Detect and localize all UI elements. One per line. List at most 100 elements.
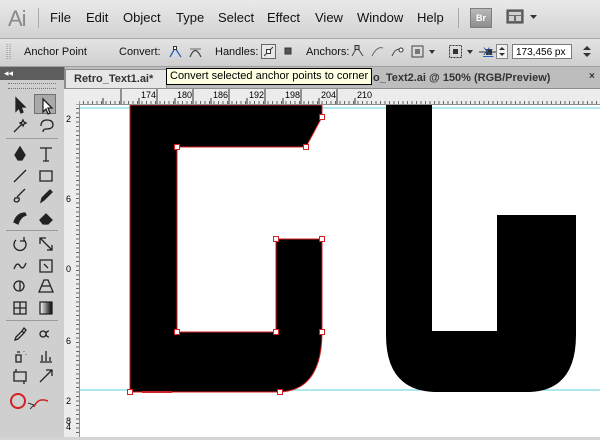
- menu-bar: Ai File Edit Object Type Select Effect V…: [0, 0, 600, 39]
- ruler-label: 180: [177, 90, 192, 100]
- cut-path-button[interactable]: [390, 44, 405, 59]
- panel-grip-icon: [6, 44, 11, 60]
- vertical-ruler[interactable]: 2606284: [64, 103, 80, 437]
- tool-blend[interactable]: [34, 323, 56, 343]
- rotate-icon: [13, 237, 27, 252]
- tool-slice[interactable]: [34, 365, 56, 385]
- fill-stroke-swatches[interactable]: [8, 389, 56, 415]
- fill-stroke-icon: [10, 393, 49, 410]
- menu-select[interactable]: Select: [218, 10, 254, 25]
- tool-graph[interactable]: [34, 345, 56, 365]
- tab-retro-text2[interactable]: o_Text2.ai @ 150% (RGB/Preview) ×: [365, 69, 595, 88]
- eyedropper-icon: [13, 326, 27, 342]
- x-coordinate-input[interactable]: 173,456 px: [512, 44, 572, 59]
- menu-help[interactable]: Help: [417, 10, 444, 25]
- isolate-icon: [411, 45, 424, 58]
- convert-to-smooth-button[interactable]: [188, 44, 203, 59]
- tool-line[interactable]: [8, 165, 30, 185]
- tool-artboard[interactable]: [8, 365, 30, 385]
- y-stepper[interactable]: [578, 44, 598, 59]
- menu-window[interactable]: Window: [357, 10, 403, 25]
- ruler-origin[interactable]: [64, 89, 80, 105]
- tool-pencil[interactable]: [34, 185, 56, 205]
- tool-blob[interactable]: [8, 207, 30, 227]
- show-handles-button[interactable]: [261, 44, 276, 59]
- ruler-label: 192: [249, 90, 264, 100]
- panel-grip[interactable]: [8, 83, 56, 89]
- tool-pen[interactable]: [8, 143, 30, 163]
- options-dropdown-button[interactable]: [425, 44, 440, 59]
- tab-retro-text1[interactable]: Retro_Text1.ai*: [65, 69, 167, 88]
- x-label[interactable]: X:: [483, 46, 493, 58]
- app-logo: Ai: [8, 6, 27, 31]
- convert-to-corner-button[interactable]: [168, 44, 183, 59]
- handles-label: Handles:: [215, 46, 259, 58]
- menu-object[interactable]: Object: [123, 10, 161, 25]
- convert-smooth-icon: [189, 48, 202, 58]
- selection-arrow-icon: [15, 96, 27, 114]
- menu-view[interactable]: View: [315, 10, 343, 25]
- chevron-down-icon: [467, 50, 473, 54]
- artwork[interactable]: [80, 105, 600, 437]
- tool-scale[interactable]: [34, 233, 56, 253]
- tools-panel-header[interactable]: ◂◂: [0, 67, 64, 80]
- ruler-label: 210: [357, 90, 372, 100]
- scale-icon: [39, 237, 53, 251]
- remove-anchor-icon: [351, 45, 364, 57]
- bridge-button[interactable]: Br: [470, 8, 492, 28]
- close-icon[interactable]: ×: [589, 72, 599, 82]
- collapse-icon[interactable]: ◂◂: [4, 68, 13, 78]
- menu-edit[interactable]: Edit: [86, 10, 108, 25]
- tooltip: Convert selected anchor points to corner: [166, 68, 373, 85]
- menu-file[interactable]: File: [50, 10, 71, 25]
- tool-symbol-sprayer[interactable]: [8, 345, 30, 365]
- tool-selection[interactable]: [8, 94, 30, 114]
- lasso-icon: [40, 119, 54, 133]
- shape-builder-icon: [13, 280, 25, 292]
- tool-type[interactable]: [34, 143, 56, 163]
- tool-magic-wand[interactable]: [8, 115, 30, 135]
- horizontal-ruler[interactable]: 174 180 186 192 198 204 210: [78, 89, 600, 105]
- tool-free-transform[interactable]: [34, 255, 56, 275]
- hide-handles-icon: [284, 47, 292, 55]
- warp-icon: [13, 262, 27, 270]
- control-bar: Anchor Point Convert: Handles: Anchors:: [0, 39, 600, 67]
- cut-path-icon: [391, 47, 404, 57]
- perspective-grid-icon: [38, 279, 54, 293]
- letter-g-shape[interactable]: [130, 105, 322, 392]
- tool-separator: [6, 230, 58, 231]
- tool-perspective[interactable]: [34, 275, 56, 295]
- tool-shape-builder[interactable]: [8, 275, 30, 295]
- connect-anchors-button[interactable]: [370, 44, 385, 59]
- magic-wand-icon: [13, 118, 28, 133]
- tool-gradient[interactable]: [34, 297, 56, 317]
- workspace-switcher-button[interactable]: [506, 8, 540, 26]
- menu-effect[interactable]: Effect: [267, 10, 300, 25]
- tool-warp[interactable]: [8, 255, 30, 275]
- tool-rotate[interactable]: [8, 233, 30, 253]
- tool-lasso[interactable]: [34, 115, 56, 135]
- hide-handles-button[interactable]: [281, 44, 296, 59]
- type-icon: [40, 147, 52, 162]
- ruler-label: 4: [66, 422, 71, 432]
- tool-eyedropper[interactable]: [8, 323, 30, 343]
- tool-direct-selection[interactable]: [34, 94, 56, 115]
- remove-anchor-button[interactable]: [350, 44, 365, 59]
- x-stepper[interactable]: [496, 44, 508, 59]
- artboard-canvas[interactable]: [80, 105, 600, 437]
- align-options-button[interactable]: [448, 44, 463, 59]
- letter-u-shape: [386, 105, 576, 392]
- connect-anchors-icon: [371, 47, 384, 57]
- tool-rectangle[interactable]: [34, 165, 56, 185]
- tool-eraser[interactable]: [34, 207, 56, 227]
- menu-type[interactable]: Type: [176, 10, 204, 25]
- ruler-label: 0: [66, 264, 71, 274]
- align-dropdown-button[interactable]: [463, 44, 478, 59]
- tool-mesh[interactable]: [8, 297, 30, 317]
- isolate-object-button[interactable]: [410, 44, 425, 59]
- ruler-label: 6: [66, 194, 71, 204]
- ruler-label: 186: [213, 90, 228, 100]
- tool-brush[interactable]: [8, 185, 30, 205]
- convert-label: Convert:: [119, 46, 161, 58]
- show-handles-icon: [263, 46, 274, 57]
